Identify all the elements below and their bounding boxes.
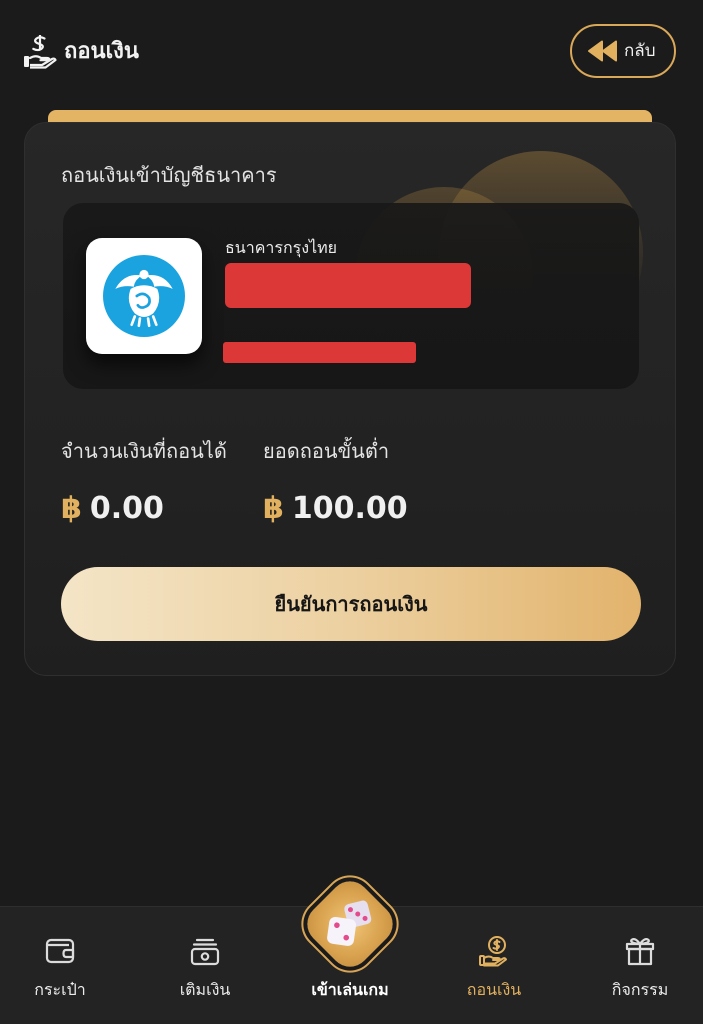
nav-label: เข้าเล่นเกม — [311, 980, 389, 999]
withdraw-card: ถอนเงินเข้าบัญชีธนาคาร ธนาคารกรุงไทย จำน… — [24, 122, 676, 676]
back-button-label: กลับ — [624, 41, 656, 61]
baht-sign: ฿ — [61, 491, 82, 526]
bank-account-box: ธนาคารกรุงไทย — [63, 203, 639, 389]
rewind-icon — [587, 40, 619, 62]
nav-item-activities[interactable]: กิจกรรม — [585, 906, 695, 1024]
nav-label: เติมเงิน — [179, 980, 231, 999]
withdrawable-amount-label: จำนวนเงินที่ถอนได้ — [61, 439, 227, 463]
amount: 100.00 — [291, 491, 408, 526]
wallet-icon — [44, 935, 76, 967]
card-title: ถอนเงินเข้าบัญชีธนาคาร — [61, 163, 277, 187]
nav-label: กระเป๋า — [34, 980, 86, 999]
bank-logo — [86, 238, 202, 354]
nav-item-withdraw[interactable]: ถอนเงิน — [439, 906, 549, 1024]
minimum-withdraw-value: ฿ 100.00 — [263, 489, 408, 529]
krungthai-logo-icon — [103, 255, 185, 337]
nav-item-wallet[interactable]: กระเป๋า — [5, 906, 115, 1024]
withdraw-hand-icon — [22, 33, 58, 69]
nav-label: ถอนเงิน — [466, 980, 522, 999]
page-title: ถอนเงิน — [64, 39, 139, 64]
nav-label: กิจกรรม — [611, 980, 669, 999]
back-button[interactable]: กลับ — [570, 24, 676, 78]
redacted-account-name — [225, 263, 471, 308]
withdrawable-amount-value: ฿ 0.00 — [61, 489, 164, 529]
hand-coin-icon — [478, 935, 510, 967]
nav-item-topup[interactable]: เติมเงิน — [150, 906, 260, 1024]
nav-item-play-game[interactable]: เข้าเล่นเกม — [295, 906, 405, 1024]
confirm-withdraw-button[interactable]: ยืนยันการถอนเงิน — [61, 567, 641, 641]
minimum-withdraw-label: ยอดถอนขั้นต่ำ — [263, 439, 390, 463]
redacted-account-number — [223, 342, 416, 363]
baht-sign: ฿ — [263, 491, 284, 526]
amount: 0.00 — [89, 491, 164, 526]
cash-icon — [189, 935, 221, 967]
bank-name: ธนาคารกรุงไทย — [225, 238, 338, 257]
gift-icon — [624, 935, 656, 967]
